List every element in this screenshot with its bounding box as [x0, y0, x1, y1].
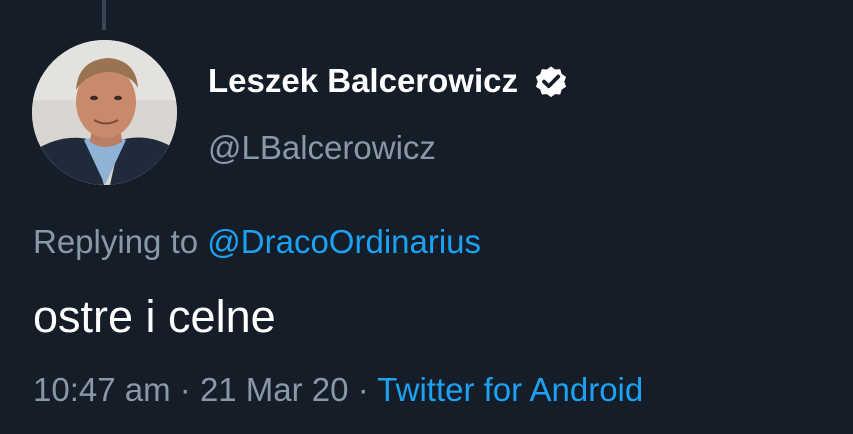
tweet-date: 21 Mar 20 [199, 371, 349, 408]
reply-mention-link[interactable]: @DracoOrdinarius [207, 223, 481, 260]
author-name-row[interactable]: Leszek Balcerowicz [208, 61, 570, 101]
replying-to-line: Replying to @DracoOrdinarius [33, 222, 481, 262]
tweet-text: ostre i celne [33, 291, 276, 342]
author-display-name[interactable]: Leszek Balcerowicz [208, 61, 518, 101]
tweet-source-link[interactable]: Twitter for Android [377, 371, 643, 408]
verified-badge-icon [532, 62, 570, 100]
meta-separator: · [357, 371, 369, 408]
avatar[interactable] [32, 40, 177, 185]
author-handle[interactable]: @LBalcerowicz [208, 128, 436, 168]
avatar-image [32, 40, 177, 185]
tweet-metadata: 10:47 am · 21 Mar 20 · Twitter for Andro… [33, 370, 643, 410]
tweet-time: 10:47 am [33, 371, 171, 408]
thread-connector-line [102, 0, 106, 30]
replying-to-label: Replying to [33, 223, 199, 260]
meta-separator: · [179, 371, 191, 408]
